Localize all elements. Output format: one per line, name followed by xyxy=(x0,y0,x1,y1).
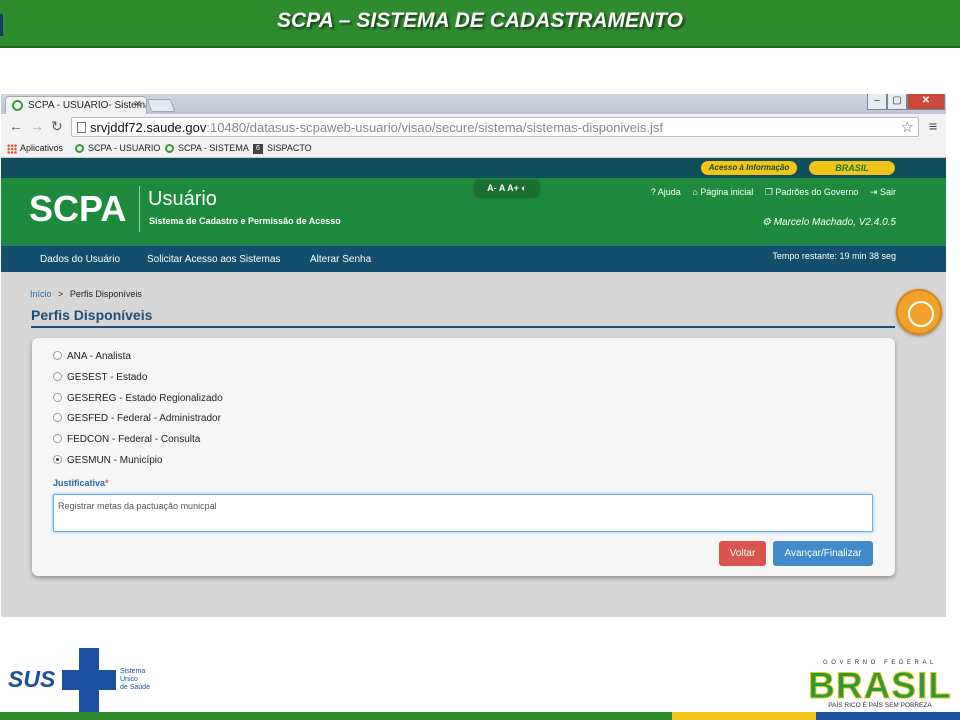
profile-label: GESMUN - Município xyxy=(67,455,163,466)
radio-button[interactable] xyxy=(53,350,62,360)
scpa-favicon-icon xyxy=(75,144,84,154)
profile-label: GESEREG - Estado Regionalizado xyxy=(67,393,223,404)
close-window-button[interactable]: ✕ xyxy=(907,94,945,110)
font-size-controls[interactable]: A- A A+ ◐ xyxy=(475,180,539,196)
sus-sub-line: Único xyxy=(120,676,138,683)
breadcrumb-current: Perfis Disponíveis xyxy=(69,289,142,299)
nav-change-password[interactable]: Alterar Senha xyxy=(310,254,371,265)
gov-bar: Acesso à Informação BRASIL xyxy=(1,158,946,178)
justification-textarea[interactable]: Registrar metas da pactuação municpal xyxy=(53,494,873,532)
user-info: ⚙ Marcelo Machado, V2.4.0.5 xyxy=(761,217,896,228)
close-tab-icon[interactable]: ✕ xyxy=(134,99,142,110)
browser-window: SCPA - USUARIO- Sistema ✕ – ▢ ✕ ← → ↻ sr… xyxy=(1,94,946,617)
slide-title: SCPA – SISTEMA DE CADASTRAMENTO xyxy=(276,9,684,32)
breadcrumb-home[interactable]: Início xyxy=(30,289,52,299)
browser-toolbar: ← → ↻ srvjddf72.saude.gov:10480/datasus-… xyxy=(1,114,946,140)
profile-label: GESFED - Federal - Administrador xyxy=(67,413,221,424)
gov-standards-link[interactable]: ❐ Padrões do Governo xyxy=(765,187,859,197)
bookmark-scpa-sistema[interactable]: SCPA - SISTEMA xyxy=(165,143,249,154)
new-tab-button[interactable] xyxy=(146,99,176,112)
logout-link[interactable]: ⇥ Sair xyxy=(870,187,896,197)
bookmark-label: Aplicativos xyxy=(20,143,64,153)
bookmark-star-icon[interactable]: ☆ xyxy=(901,118,914,136)
page-title: Perfis Disponíveis xyxy=(31,307,153,323)
bookmark-apps[interactable]: Aplicativos xyxy=(7,143,63,154)
sispacto-icon: 6 xyxy=(253,143,263,154)
profile-label: FEDCON - Federal - Consulta xyxy=(67,434,201,445)
url-path: :10480/datasus-scpaweb-usuario/visao/sec… xyxy=(206,120,664,135)
profile-option-fedcon[interactable]: FEDCON - Federal - Consulta xyxy=(53,433,201,445)
sus-subtitle: Sistema Único de Saúde xyxy=(120,668,160,692)
next-finish-button[interactable]: Avançar/Finalizar xyxy=(773,541,873,566)
address-bar[interactable]: srvjddf72.saude.gov:10480/datasus-scpawe… xyxy=(71,117,919,137)
app-name: Usuário xyxy=(148,188,217,210)
bookmark-label: SCPA - USUARIO xyxy=(88,143,161,153)
slide: SCPA – SISTEMA DE CADASTRAMENTO SCPA - U… xyxy=(0,0,960,720)
nav-request-access[interactable]: Solicitar Acesso aos Sistemas xyxy=(147,254,280,265)
forward-arrow-icon[interactable]: → xyxy=(30,118,44,134)
scpa-favicon-icon xyxy=(165,144,174,154)
bookmarks-bar: Aplicativos SCPA - USUARIO SCPA - SISTEM… xyxy=(1,140,946,158)
breadcrumb-separator-icon: > xyxy=(58,289,64,299)
ministry-seal-icon xyxy=(896,289,942,335)
bookmark-sispacto[interactable]: 6 SISPACTO xyxy=(253,143,312,154)
justification-label-text: Justificativa xyxy=(53,478,106,488)
nav-user-data[interactable]: Dados do Usuário xyxy=(40,254,120,265)
title-divider xyxy=(31,326,895,328)
radio-button-selected[interactable] xyxy=(53,454,62,464)
app-subtitle: Sistema de Cadastro e Permissão de Acess… xyxy=(149,216,341,226)
apps-icon xyxy=(7,143,17,154)
gov-logo-slogan: PAÍS RICO É PAÍS SEM POBREZA xyxy=(828,702,932,709)
footer-stripe xyxy=(0,712,960,720)
slide-header: SCPA – SISTEMA DE CADASTRAMENTO xyxy=(0,0,960,48)
maximize-button[interactable]: ▢ xyxy=(887,94,907,110)
home-link[interactable]: ⌂ Página inicial xyxy=(692,187,753,197)
radio-button[interactable] xyxy=(53,412,62,422)
gov-brasil-logo: GOVERNO FEDERAL BRASIL PAÍS RICO É PAÍS … xyxy=(806,660,954,712)
profile-option-gesmun[interactable]: GESMUN - Município xyxy=(53,454,163,466)
help-link[interactable]: ? Ajuda xyxy=(651,187,681,197)
brand-logo: SCPA xyxy=(29,188,127,229)
tab-title: SCPA - USUARIO- Sistema xyxy=(28,100,147,111)
justification-label: Justificativa* xyxy=(53,478,109,488)
profiles-card: ANA - Analista GESEST - Estado GESEREG -… xyxy=(32,338,895,576)
profile-option-gesfed[interactable]: GESFED - Federal - Administrador xyxy=(53,412,221,424)
brasil-link[interactable]: BRASIL xyxy=(809,161,895,175)
sus-logo: SUS Sistema Único de Saúde xyxy=(8,648,168,712)
minimize-button[interactable]: – xyxy=(867,94,887,110)
radio-button[interactable] xyxy=(53,433,62,443)
tab-strip: SCPA - USUARIO- Sistema ✕ – ▢ ✕ xyxy=(1,94,946,114)
sus-logo-text: SUS xyxy=(8,666,56,692)
back-button[interactable]: Voltar xyxy=(719,541,766,566)
breadcrumb: Início > Perfis Disponíveis xyxy=(30,289,142,299)
page-icon xyxy=(77,122,86,133)
profile-label: GESEST - Estado xyxy=(67,372,148,383)
sus-sub-line: Sistema xyxy=(120,668,146,675)
reload-icon[interactable]: ↻ xyxy=(51,118,63,135)
session-timer: Tempo restante: 19 min 38 seg xyxy=(772,251,896,261)
browser-tab[interactable]: SCPA - USUARIO- Sistema ✕ xyxy=(5,96,147,114)
brand-divider xyxy=(139,186,140,232)
profile-option-gesest[interactable]: GESEST - Estado xyxy=(53,371,148,383)
radio-button[interactable] xyxy=(53,392,62,402)
profile-option-ana[interactable]: ANA - Analista xyxy=(53,350,131,362)
radio-button[interactable] xyxy=(53,371,62,381)
app-nav: Dados do Usuário Solicitar Acesso aos Si… xyxy=(1,245,946,272)
app-header: SCPA Usuário Sistema de Cadastro e Permi… xyxy=(1,178,946,245)
gov-logo-word: BRASIL xyxy=(808,665,952,707)
profile-option-gesereg[interactable]: GESEREG - Estado Regionalizado xyxy=(53,392,223,404)
menu-icon[interactable]: ≡ xyxy=(929,118,937,134)
profile-label: ANA - Analista xyxy=(67,351,131,362)
access-info-link[interactable]: Acesso à Informação xyxy=(701,161,797,175)
sus-cross-bar xyxy=(62,670,116,690)
header-links: ? Ajuda ⌂ Página inicial ❐ Padrões do Go… xyxy=(642,187,896,198)
scpa-favicon-icon xyxy=(12,100,23,111)
back-arrow-icon[interactable]: ← xyxy=(9,118,23,134)
url-host: srvjddf72.saude.gov xyxy=(90,120,207,135)
bookmark-label: SISPACTO xyxy=(267,143,312,153)
sus-sub-line: de Saúde xyxy=(120,684,150,691)
bookmark-label: SCPA - SISTEMA xyxy=(178,143,249,153)
bookmark-scpa-usuario[interactable]: SCPA - USUARIO xyxy=(75,143,161,154)
required-marker: * xyxy=(105,478,109,488)
